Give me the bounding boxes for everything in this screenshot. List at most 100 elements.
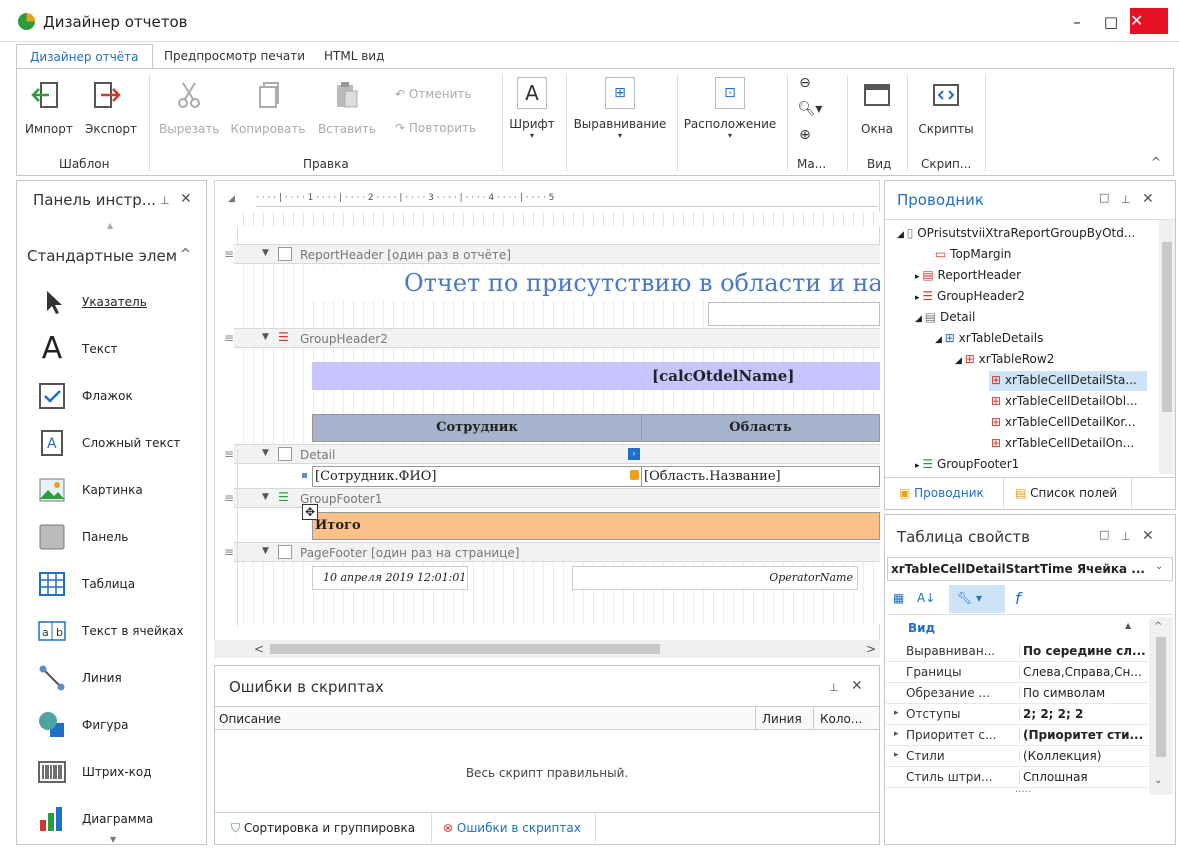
cell-employee-fio[interactable]: [Сотрудник.ФИО] (312, 466, 642, 487)
property-value[interactable]: 2; 2; 2; 2 (1019, 707, 1147, 721)
tab-script-errors[interactable]: ⊗ Ошибки в скриптах (443, 821, 581, 835)
tool-table[interactable]: Таблица (37, 567, 207, 603)
tab-html-view[interactable]: HTML вид (311, 44, 397, 69)
maximize-panel-icon[interactable]: □ (1099, 528, 1109, 541)
properties-filter-button[interactable]: 🔧︎ ▾ (949, 585, 1005, 613)
column-header-area[interactable]: Область (641, 414, 880, 442)
tab-field-list[interactable]: ▤ Список полей (1015, 486, 1117, 500)
header-field-box[interactable] (708, 302, 880, 326)
property-value[interactable]: (Приоритет сти... (1019, 728, 1147, 742)
tab-print-preview[interactable]: Предпросмотр печати (151, 44, 318, 69)
footer-operator-cell[interactable]: OperatorName (572, 566, 858, 590)
import-button[interactable]: Импорт (25, 79, 73, 136)
tree-node-cell-starttime[interactable]: ⊞ xrTableCellDetailSta... (989, 371, 1147, 391)
band-group-footer[interactable]: ≡ ▼ ☰ GroupFooter1 (224, 488, 880, 508)
cut-button[interactable]: Вырезать (159, 79, 220, 136)
calc-otdel-field[interactable]: [calcOtdelName] (312, 362, 880, 390)
property-row[interactable]: ▸ Отступы 2; 2; 2; 2 (886, 704, 1148, 725)
scroll-up-icon[interactable]: ▲ (107, 221, 113, 230)
paste-button[interactable]: Вставить (315, 79, 379, 136)
tool-barcode[interactable]: Штрих-код (37, 755, 207, 791)
band-report-header[interactable]: ≡ ▼ ReportHeader [один раз в отчёте] (224, 244, 880, 264)
tool-picture[interactable]: Картинка (37, 473, 207, 509)
pin-icon[interactable]: ⊥ (160, 194, 170, 207)
report-title[interactable]: Отчет по присутствию в области и на ра (312, 266, 880, 300)
property-value[interactable]: Слева,Справа,Сн... (1019, 665, 1147, 679)
minimize-button[interactable]: – (1060, 10, 1094, 36)
column-header-employee[interactable]: Сотрудник (312, 414, 642, 442)
font-button[interactable]: A Шрифт ▾ (509, 77, 555, 140)
tree-node-detail[interactable]: ◢ ▤ Detail (915, 310, 975, 324)
events-icon[interactable]: f (1015, 589, 1021, 608)
expand-icon[interactable]: ▸ (894, 750, 899, 760)
band-page-footer[interactable]: ≡ ▼ PageFooter [один раз на странице] (224, 542, 880, 562)
scroll-left-icon[interactable]: < (254, 642, 264, 656)
redo-button[interactable]: ↷ Повторить (395, 121, 495, 135)
categorized-icon[interactable]: ▦ (893, 591, 904, 605)
tree-node-groupheader2[interactable]: ▸ ☰ GroupHeader2 (915, 289, 1025, 303)
expand-icon[interactable]: ▸ (894, 729, 899, 739)
tool-text[interactable]: A Текст (37, 332, 207, 368)
col-line[interactable]: Линия (755, 707, 802, 729)
tool-rich-text[interactable]: A Сложный текст (37, 426, 207, 462)
export-button[interactable]: Экспорт (85, 79, 137, 136)
splitter-grip[interactable]: ····· (1015, 787, 1031, 798)
pin-icon[interactable]: ⊥ (829, 681, 839, 694)
scrollbar-thumb[interactable] (270, 644, 660, 654)
band-collapse-icon[interactable]: ▼ (262, 248, 269, 258)
toolbox-section[interactable]: Стандартные элем (27, 247, 177, 265)
tool-panel[interactable]: Панель (37, 520, 207, 556)
property-row[interactable]: ▸ Приоритет с... (Приоритет сти... (886, 725, 1148, 746)
object-selector[interactable]: xrTableCellDetailStartTime Ячейка ... (887, 557, 1173, 581)
close-panel-icon[interactable]: ✕ (1142, 191, 1154, 207)
col-column[interactable]: Коло... (813, 707, 862, 729)
pin-icon[interactable]: ⊥ (1121, 530, 1131, 543)
band-collapse-icon[interactable]: ▼ (262, 546, 269, 556)
zoom-button[interactable]: 🔍︎▾ (795, 101, 825, 117)
scroll-down-icon[interactable]: ⌄ (1154, 775, 1162, 786)
tool-line[interactable]: Линия (37, 661, 207, 697)
zoom-in-button[interactable]: ⊖ (795, 75, 815, 91)
close-button[interactable]: ✕ (1130, 8, 1168, 34)
maximize-button[interactable]: □ (1094, 10, 1128, 36)
property-value[interactable]: Сплошная (1019, 770, 1147, 784)
undo-button[interactable]: ↶ Отменить (395, 87, 491, 101)
windows-button[interactable]: Окна (855, 79, 899, 136)
col-description[interactable]: Описание (219, 712, 281, 726)
close-panel-icon[interactable]: ✕ (851, 678, 863, 694)
tree-node-xrtablerow2[interactable]: ◢ ⊞ xrTableRow2 (955, 352, 1054, 366)
tab-sort-group[interactable]: ⛉ Сортировка и группировка (231, 821, 415, 836)
band-collapse-icon[interactable]: ▼ (262, 332, 269, 342)
pin-icon[interactable]: ⊥ (1121, 193, 1131, 206)
property-row[interactable]: Стиль штри... Сплошная (886, 767, 1148, 788)
band-group-header[interactable]: ≡ ▼ ☰ GroupHeader2 (224, 328, 880, 348)
category-view[interactable]: Вид (886, 619, 1148, 639)
property-value[interactable]: По середине сл... (1019, 644, 1147, 658)
align-button[interactable]: ⊞ Выравнивание ▾ (573, 77, 667, 140)
explorer-scrollbar[interactable] (1159, 220, 1175, 474)
close-panel-icon[interactable]: ✕ (180, 191, 192, 207)
chevron-down-icon[interactable]: ⌄ (1155, 561, 1163, 572)
total-cell[interactable]: Итого (312, 512, 880, 540)
maximize-panel-icon[interactable]: □ (1099, 191, 1109, 204)
band-collapse-icon[interactable]: ▼ (262, 492, 269, 502)
property-row[interactable]: ▸ Стили (Коллекция) (886, 746, 1148, 767)
horizontal-scrollbar[interactable]: < > (214, 640, 880, 658)
property-row[interactable]: Границы Слева,Справа,Сн... (886, 662, 1148, 683)
chevron-up-icon[interactable]: ^ (180, 247, 191, 262)
tree-node-cell-oblast[interactable]: ⊞ xrTableCellDetailObl... (991, 394, 1138, 408)
property-row[interactable]: Выравниван... По середине сл... (886, 641, 1148, 662)
smart-tag-icon[interactable]: › (628, 448, 640, 460)
scripts-button[interactable]: Скрипты (913, 79, 979, 136)
property-row[interactable]: Обрезание ... По символам (886, 683, 1148, 704)
tree-node-reportheader[interactable]: ▸ ▤ ReportHeader (915, 268, 1021, 282)
tree-node-cell-on[interactable]: ⊞ xrTableCellDetailOn... (991, 436, 1134, 450)
scroll-down-icon[interactable]: ▼ (110, 835, 116, 844)
tool-pointer[interactable]: Указатель (37, 285, 207, 321)
tree-node-report[interactable]: ◢ ▯ OPrisutstviiXtraReportGroupByOtd... (897, 226, 1135, 240)
tree-node-cell-kor[interactable]: ⊞ xrTableCellDetailKor... (991, 415, 1136, 429)
tree-node-xrtabledetails[interactable]: ◢ ⊞ xrTableDetails (935, 331, 1043, 345)
sort-az-icon[interactable]: A↓ (917, 591, 935, 605)
tool-checkbox[interactable]: Флажок (37, 379, 207, 415)
properties-scrollbar[interactable]: ^ ⌄ (1149, 617, 1173, 795)
